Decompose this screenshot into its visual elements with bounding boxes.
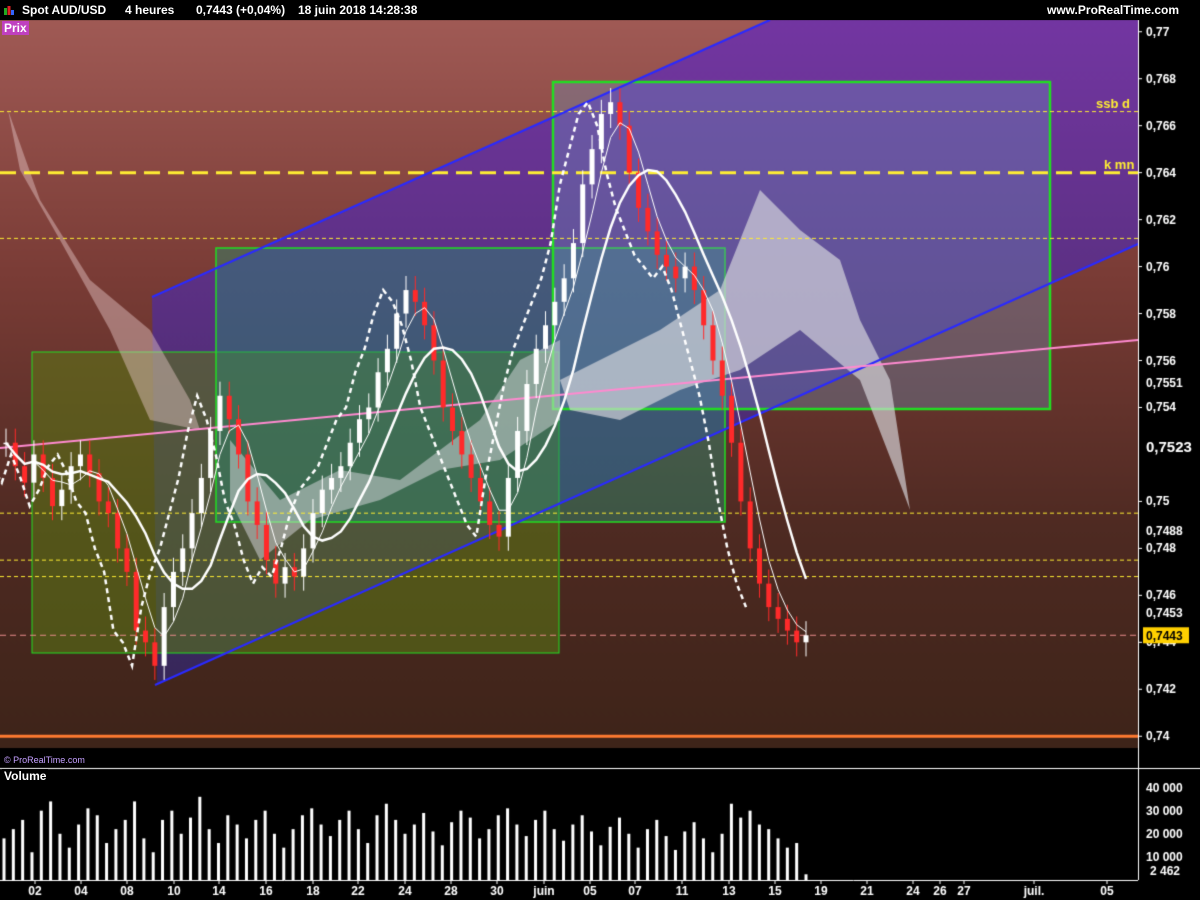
chart-period[interactable]: 4 heures <box>125 3 174 17</box>
prorealtime-logo-icon <box>4 6 14 15</box>
site-url[interactable]: www.ProRealTime.com <box>1047 3 1179 17</box>
last-quote: 0,7443 (+0,04%) <box>196 3 286 17</box>
price-panel-tag: Prix <box>2 21 29 35</box>
price-and-volume-chart[interactable] <box>0 0 1200 900</box>
quote-datetime: 18 juin 2018 14:28:38 <box>298 3 418 17</box>
watermark: © ProRealTime.com <box>4 755 85 765</box>
volume-panel-tag: Volume <box>2 769 49 783</box>
chart-header: Spot AUD/USD 4 heures 0,7443 (+0,04%) 18… <box>0 0 1200 20</box>
instrument-name: Spot AUD/USD <box>22 3 107 17</box>
